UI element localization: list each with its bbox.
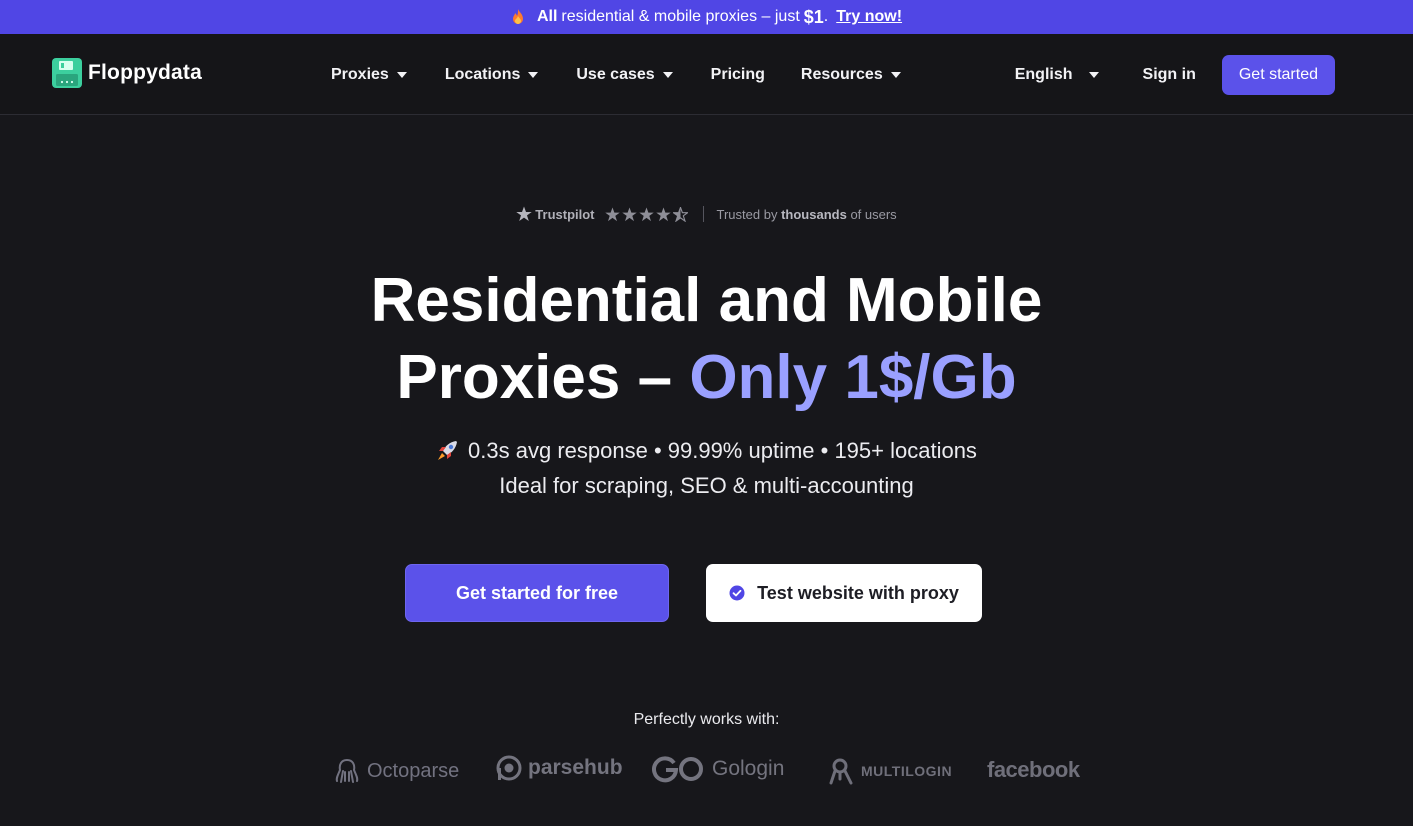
partner-parsehub: parsehub bbox=[496, 755, 623, 781]
partner-label: Gologin bbox=[712, 757, 785, 780]
headline-line2-plain: Proxies – bbox=[396, 343, 673, 412]
test-website-label: Test website with proxy bbox=[757, 582, 959, 603]
partners-title: Perfectly works with: bbox=[633, 711, 780, 728]
cta-row: Get started for free Test website with p… bbox=[405, 564, 982, 622]
partner-gologin: Gologin bbox=[652, 755, 784, 783]
multilogin-icon bbox=[829, 758, 853, 785]
trustpilot-star-icon bbox=[516, 206, 532, 221]
language-selector[interactable]: English bbox=[1015, 66, 1099, 84]
trust-suffix: of users bbox=[850, 206, 897, 222]
star-icon bbox=[638, 206, 654, 221]
banner-bold-lead: All bbox=[536, 8, 558, 25]
partner-label: MULTILOGIN bbox=[861, 763, 953, 779]
check-circle-icon bbox=[729, 585, 745, 601]
menu-item-label: Use cases bbox=[576, 65, 655, 83]
trust-strong: thousands bbox=[781, 206, 847, 222]
hero-subtitle-line1: 0.3s avg response • 99.99% uptime • 195+… bbox=[468, 438, 977, 463]
floppy-disk-icon bbox=[52, 58, 82, 88]
get-started-free-button[interactable]: Get started for free bbox=[405, 564, 669, 622]
headline-line1: Residential and Mobile bbox=[370, 266, 1043, 335]
menu-item-use-cases[interactable]: Use cases bbox=[576, 65, 673, 84]
banner-period: . bbox=[823, 8, 829, 25]
star-icon bbox=[655, 206, 671, 221]
menu-item-proxies[interactable]: Proxies bbox=[331, 66, 407, 84]
logo-text: Floppydata bbox=[88, 61, 203, 84]
partner-label: Octoparse bbox=[367, 759, 460, 782]
gologin-icon bbox=[652, 756, 703, 783]
page-title: Residential and Mobile Proxies – Only 1$… bbox=[0, 262, 1413, 416]
parsehub-icon bbox=[496, 755, 522, 781]
trustpilot-label: Trustpilot bbox=[535, 206, 595, 222]
hero-subtitle: 0.3s avg response • 99.99% uptime • 195+… bbox=[0, 433, 1413, 503]
try-now-link[interactable]: Try now! bbox=[836, 8, 902, 26]
banner-text: residential & mobile proxies – just bbox=[561, 8, 800, 25]
main-menu: Proxies Locations Use cases Pricing Reso… bbox=[331, 34, 901, 115]
trust-bar: Trustpilot Trusted by thousands of users bbox=[0, 206, 1413, 222]
chevron-down-icon bbox=[890, 71, 901, 78]
test-website-button[interactable]: Test website with proxy bbox=[706, 564, 982, 622]
trustpilot-brand: Trustpilot bbox=[516, 206, 595, 222]
partner-facebook: facebook bbox=[987, 757, 1080, 783]
divider bbox=[702, 206, 704, 222]
menu-item-label: Proxies bbox=[331, 65, 389, 83]
menu-item-resources[interactable]: Resources bbox=[801, 66, 901, 84]
menu-item-label: Locations bbox=[444, 65, 521, 83]
language-label: English bbox=[1014, 65, 1073, 83]
octopus-icon bbox=[335, 759, 359, 783]
headline-line2-accent: Only 1$/Gb bbox=[689, 343, 1017, 412]
logo[interactable]: Floppydata bbox=[52, 58, 202, 88]
hero-section: Trustpilot Trusted by thousands of users… bbox=[0, 115, 1413, 826]
hero-subtitle-line2: Ideal for scraping, SEO & multi-accounti… bbox=[499, 473, 914, 498]
partner-label: facebook bbox=[987, 757, 1080, 782]
chevron-down-icon bbox=[662, 71, 673, 78]
chevron-down-icon bbox=[1088, 71, 1099, 78]
chevron-down-icon bbox=[396, 71, 407, 78]
chevron-down-icon bbox=[528, 71, 539, 78]
star-icon bbox=[621, 206, 637, 221]
fire-icon bbox=[512, 9, 523, 24]
promo-banner: All residential & mobile proxies – just … bbox=[0, 0, 1413, 34]
rocket-icon bbox=[438, 441, 458, 460]
star-half-icon bbox=[672, 206, 688, 222]
rating-stars bbox=[604, 206, 688, 222]
trust-prefix: Trusted by bbox=[716, 206, 778, 222]
partner-label: parsehub bbox=[528, 756, 623, 779]
sign-in-link[interactable]: Sign in bbox=[1143, 66, 1196, 84]
menu-item-label: Resources bbox=[800, 65, 883, 83]
get-started-button[interactable]: Get started bbox=[1221, 54, 1335, 95]
right-navigation: English Sign in Get started bbox=[1015, 34, 1335, 115]
top-navigation: Floppydata Proxies Locations Use cases P… bbox=[0, 34, 1413, 115]
partner-logos: Octoparse parsehub Gologin MULTILOGIN fa… bbox=[0, 755, 1413, 795]
menu-item-locations[interactable]: Locations bbox=[445, 66, 539, 84]
partner-multilogin: MULTILOGIN bbox=[827, 757, 952, 785]
menu-item-label: Pricing bbox=[710, 65, 765, 83]
partner-octoparse: Octoparse bbox=[333, 757, 459, 785]
banner-price: $1 bbox=[803, 6, 824, 27]
menu-item-pricing[interactable]: Pricing bbox=[711, 66, 765, 84]
star-icon bbox=[604, 206, 620, 221]
